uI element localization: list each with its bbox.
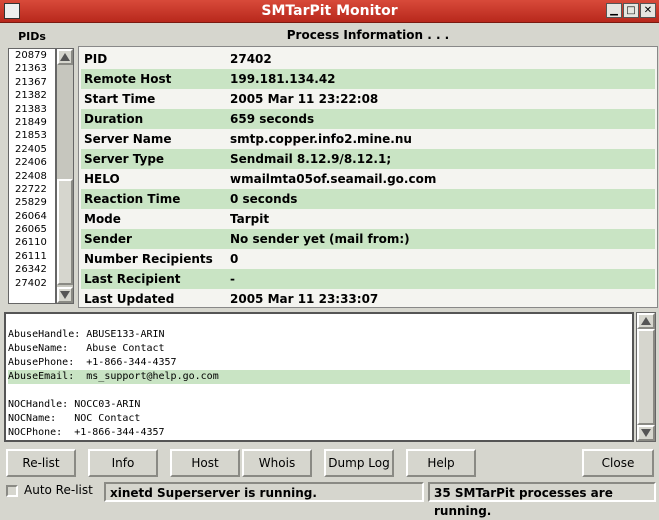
info-row-label: Remote Host <box>84 72 172 86</box>
pid-list-item[interactable]: 22405 <box>9 143 55 156</box>
pid-list-item[interactable]: 20879 <box>9 49 55 62</box>
info-row-value: wmailmta05of.seamail.go.com <box>230 172 437 186</box>
whois-scrollbar[interactable] <box>636 312 656 442</box>
scroll-thumb[interactable] <box>637 329 655 425</box>
pid-list-item[interactable]: 22408 <box>9 170 55 183</box>
info-row: Number Recipients 0 <box>81 249 655 269</box>
info-row-value: 0 <box>230 252 239 266</box>
close-window-button[interactable]: ✕ <box>640 3 656 18</box>
whois-line: NOCHandle: NOCC03-ARIN <box>8 399 141 410</box>
relist-button[interactable]: Re-list <box>6 449 76 477</box>
whois-button[interactable]: Whois <box>242 449 312 477</box>
pid-list-item[interactable]: 27402 <box>9 277 55 290</box>
info-row-label: Last Recipient <box>84 272 181 286</box>
info-row-value: 27402 <box>230 52 272 66</box>
help-button[interactable]: Help <box>406 449 476 477</box>
info-row-label: Server Type <box>84 152 165 166</box>
info-row-label: PID <box>84 52 108 66</box>
info-row-value: Sendmail 8.12.9/8.12.1; <box>230 152 392 166</box>
scroll-down-arrow-icon[interactable] <box>57 287 73 303</box>
scroll-thumb[interactable] <box>57 179 73 285</box>
info-row: Last Recipient - <box>81 269 655 289</box>
minimize-button[interactable]: ▁ <box>606 3 622 18</box>
info-row: PID 27402 <box>81 49 655 69</box>
process-info-header: Process Information . . . <box>286 28 450 42</box>
scroll-up-arrow-icon[interactable] <box>637 313 655 329</box>
info-row-label: Start Time <box>84 92 156 106</box>
info-row: Mode Tarpit <box>81 209 655 229</box>
info-row-value: Tarpit <box>230 212 270 226</box>
host-button[interactable]: Host <box>170 449 240 477</box>
auto-relist-label: Auto Re-list <box>24 483 93 497</box>
info-row-label: Sender <box>84 232 132 246</box>
scroll-up-arrow-icon[interactable] <box>57 49 73 65</box>
info-row: Duration 659 seconds <box>81 109 655 129</box>
info-row-label: Duration <box>84 112 144 126</box>
info-row-value: 199.181.134.42 <box>230 72 336 86</box>
pid-list-item[interactable]: 26110 <box>9 236 55 249</box>
pid-list-item[interactable]: 22722 <box>9 183 55 196</box>
pid-list-item[interactable]: 26064 <box>9 210 55 223</box>
whois-line: NOCPhone: +1-866-344-4357 <box>8 427 165 438</box>
pid-list-item[interactable]: 21849 <box>9 116 55 129</box>
pid-list-item[interactable]: 25829 <box>9 196 55 209</box>
info-button[interactable]: Info <box>88 449 158 477</box>
info-row: HELO wmailmta05of.seamail.go.com <box>81 169 655 189</box>
whois-line: AbusePhone: +1-866-344-4357 <box>8 357 177 368</box>
whois-line: AbuseEmail: ms_support@help.go.com <box>8 370 630 384</box>
window-title: SMTarPit Monitor <box>261 3 398 19</box>
info-row-label: Last Updated <box>84 292 175 306</box>
whois-line <box>8 384 630 398</box>
process-info-table: PID 27402 Remote Host 199.181.134.42 Start T… <box>78 46 658 308</box>
pid-list-item[interactable]: 21853 <box>9 129 55 142</box>
pid-list-item[interactable]: 26065 <box>9 223 55 236</box>
status-left: xinetd Superserver is running. <box>104 482 424 502</box>
pid-list-item[interactable]: 26111 <box>9 250 55 263</box>
pid-list-item[interactable]: 26342 <box>9 263 55 276</box>
info-row-label: Server Name <box>84 132 172 146</box>
info-row: Server Name smtp.copper.info2.mine.nu <box>81 129 655 149</box>
info-row: Reaction Time 0 seconds <box>81 189 655 209</box>
pid-scrollbar[interactable] <box>56 48 74 304</box>
info-row-value: No sender yet (mail from:) <box>230 232 410 246</box>
dump-log-button[interactable]: Dump Log <box>324 449 394 477</box>
pid-list-item[interactable]: 21383 <box>9 103 55 116</box>
scroll-down-arrow-icon[interactable] <box>637 425 655 441</box>
whois-line <box>8 314 630 328</box>
info-row: Server Type Sendmail 8.12.9/8.12.1; <box>81 149 655 169</box>
info-row-value: smtp.copper.info2.mine.nu <box>230 132 412 146</box>
info-row-value: 2005 Mar 11 23:22:08 <box>230 92 379 106</box>
pid-list-item[interactable]: 21382 <box>9 89 55 102</box>
info-row: Last Updated 2005 Mar 11 23:33:07 <box>81 289 655 309</box>
info-row-label: HELO <box>84 172 120 186</box>
whois-line: AbuseHandle: ABUSE133-ARIN <box>8 329 165 340</box>
info-row: Start Time 2005 Mar 11 23:22:08 <box>81 89 655 109</box>
info-row-label: Number Recipients <box>84 252 213 266</box>
status-right: 35 SMTarPit processes are running. <box>428 482 656 518</box>
close-button[interactable]: Close <box>582 449 654 477</box>
auto-relist-checkbox[interactable] <box>6 485 18 497</box>
pids-label: PIDs <box>18 30 46 43</box>
maximize-button[interactable]: □ <box>623 3 639 18</box>
info-row: Sender No sender yet (mail from:) <box>81 229 655 249</box>
whois-output[interactable]: AbuseHandle: ABUSE133-ARIN AbuseName: Abu… <box>4 312 634 442</box>
info-row-value: 2005 Mar 11 23:33:07 <box>230 292 379 306</box>
whois-line: AbuseName: Abuse Contact <box>8 343 165 354</box>
whois-line: NOCName: NOC Contact <box>8 413 141 424</box>
info-row-label: Reaction Time <box>84 192 181 206</box>
pid-list-item[interactable]: 21363 <box>9 62 55 75</box>
info-row-value: 659 seconds <box>230 112 315 126</box>
info-row-value: - <box>230 272 235 286</box>
pid-list-item[interactable]: 21367 <box>9 76 55 89</box>
pid-list[interactable]: 20879 21363 21367 21382 21383 21849 21853 22405… <box>8 48 56 304</box>
info-row: Remote Host 199.181.134.42 <box>81 69 655 89</box>
info-row-value: 0 seconds <box>230 192 298 206</box>
pid-list-item[interactable]: 22406 <box>9 156 55 169</box>
info-row-label: Mode <box>84 212 121 226</box>
